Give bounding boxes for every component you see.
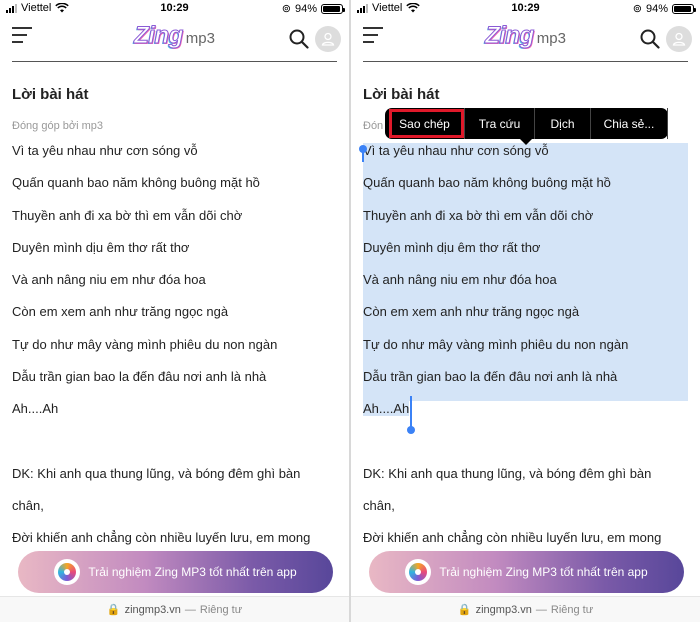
search-icon[interactable]	[640, 29, 660, 49]
page-title: Lời bài hát	[12, 86, 89, 103]
contributor-text: Đóng góp bởi mp3	[12, 120, 103, 132]
user-icon	[321, 32, 335, 46]
lyric-line-selected[interactable]: Quấn quanh bao năm không buông mặt hồ	[363, 175, 688, 208]
lyrics-section: Lời bài hát Đón Vì ta yêu nhau như cơn s…	[363, 86, 688, 563]
selection-end-caret	[410, 396, 412, 428]
cta-label: Trải nghiệm Zing MP3 tốt nhất trên app	[88, 565, 297, 579]
orientation-lock-icon: ⊚	[632, 3, 642, 15]
orientation-lock-icon: ⊚	[281, 3, 291, 15]
menu-item-share[interactable]: Chia sẻ...	[591, 108, 668, 139]
lyrics-section: Lời bài hát Đóng góp bởi mp3 Vì ta yêu n…	[12, 86, 337, 563]
lyric-line-selected[interactable]: Thuyền anh đi xa bờ thì em vẫn dõi chờ	[363, 207, 688, 240]
open-app-button[interactable]: Trải nghiệm Zing MP3 tốt nhất trên app	[18, 551, 333, 593]
menu-pointer	[520, 139, 532, 145]
phone-screen-right: Viettel 10:29 ⊚ 94% Zing mp3 Lời bài hát …	[351, 0, 700, 622]
user-icon	[672, 32, 686, 46]
lyrics-body: Vì ta yêu nhau như cơn sóng vỗ Quấn quan…	[12, 143, 337, 563]
lyric-line-selected[interactable]: Tự do như mây vàng mình phiêu du non ngà…	[363, 336, 688, 370]
lyric-line-selected[interactable]: Vì ta yêu nhau như cơn sóng vỗ	[363, 143, 688, 176]
text-context-menu: Sao chép Tra cứu Dịch Chia sẻ...	[385, 108, 668, 145]
lock-icon: 🔒	[106, 604, 121, 616]
battery-percent: 94%	[645, 2, 668, 15]
lyric-line: DK: Khi anh qua thung lũng, và bóng đêm …	[12, 465, 301, 481]
search-icon[interactable]	[289, 29, 309, 49]
url-separator: —	[535, 603, 547, 616]
battery-info: ⊚ 94%	[281, 2, 345, 15]
lyric-line: Duyên mình dịu êm thơ rất thơ	[12, 239, 190, 255]
copy-highlight-box	[389, 109, 464, 138]
selection-start-caret	[362, 152, 364, 162]
header-divider	[12, 61, 337, 62]
url-bar[interactable]: 🔒 zingmp3.vn — Riêng tư	[0, 596, 349, 622]
lock-icon: 🔒	[457, 604, 472, 616]
status-bar: Viettel 10:29 ⊚ 94%	[0, 0, 349, 18]
battery-icon	[672, 3, 696, 14]
logo-main: Zing	[134, 22, 184, 50]
url-domain: zingmp3.vn	[475, 603, 532, 616]
url-domain: zingmp3.vn	[124, 603, 181, 616]
header-divider	[363, 61, 688, 62]
page-title: Lời bài hát	[363, 86, 440, 103]
lyric-line: Vì ta yêu nhau như cơn sóng vỗ	[12, 143, 198, 158]
lyrics-body[interactable]: Vì ta yêu nhau như cơn sóng vỗ Quấn quan…	[363, 143, 688, 563]
lyric-line-selected[interactable]: Và anh nâng niu em như đóa hoa	[363, 272, 688, 305]
menu-item-translate[interactable]: Dịch	[535, 108, 591, 139]
lyric-line: Còn em xem anh như trăng ngọc ngà	[12, 304, 229, 320]
logo-sub: mp3	[536, 30, 566, 47]
app-header: Zing mp3	[0, 20, 349, 60]
lyric-line: Dẫu trần gian bao la đến đâu nơi anh là …	[12, 369, 267, 385]
selection-end-handle[interactable]	[407, 426, 415, 434]
phone-screen-left: Viettel 10:29 ⊚ 94% Zing mp3 Lời bài hát …	[0, 0, 349, 622]
avatar[interactable]	[666, 26, 692, 52]
open-app-button[interactable]: Trải nghiệm Zing MP3 tốt nhất trên app	[369, 551, 684, 593]
logo-sub: mp3	[185, 30, 215, 47]
lyric-line-selected[interactable]: Còn em xem anh như trăng ngọc ngà	[363, 304, 688, 337]
app-header: Zing mp3	[351, 20, 700, 60]
zing-disc-icon	[54, 559, 81, 585]
lyric-line: Ah....Ah	[12, 401, 59, 417]
status-bar: Viettel 10:29 ⊚ 94%	[351, 0, 700, 18]
lyric-line: DK: Khi anh qua thung lũng, và bóng đêm …	[363, 465, 652, 481]
menu-item-lookup[interactable]: Tra cứu	[465, 108, 535, 139]
battery-info: ⊚ 94%	[632, 2, 696, 15]
url-bar[interactable]: 🔒 zingmp3.vn — Riêng tư	[351, 596, 700, 622]
lyric-line: Quấn quanh bao năm không buông mặt hồ	[12, 175, 260, 191]
lyric-line: Tự do như mây vàng mình phiêu du non ngà…	[12, 336, 278, 352]
battery-percent: 94%	[294, 2, 317, 15]
lyric-line: chân,	[363, 497, 395, 513]
lyric-line: chân,	[12, 497, 44, 513]
privacy-label: Riêng tư	[550, 603, 594, 616]
logo-main: Zing	[485, 22, 535, 50]
privacy-label: Riêng tư	[199, 603, 243, 616]
lyric-line: Và anh nâng niu em như đóa hoa	[12, 272, 206, 288]
lyric-line-selected[interactable]: Duyên mình dịu êm thơ rất thơ	[363, 239, 688, 273]
url-separator: —	[184, 603, 196, 616]
avatar[interactable]	[315, 26, 341, 52]
lyric-line: Thuyền anh đi xa bờ thì em vẫn dõi chờ	[12, 207, 243, 223]
cta-label: Trải nghiệm Zing MP3 tốt nhất trên app	[439, 565, 648, 579]
zing-disc-icon	[405, 559, 432, 585]
battery-icon	[321, 3, 345, 14]
